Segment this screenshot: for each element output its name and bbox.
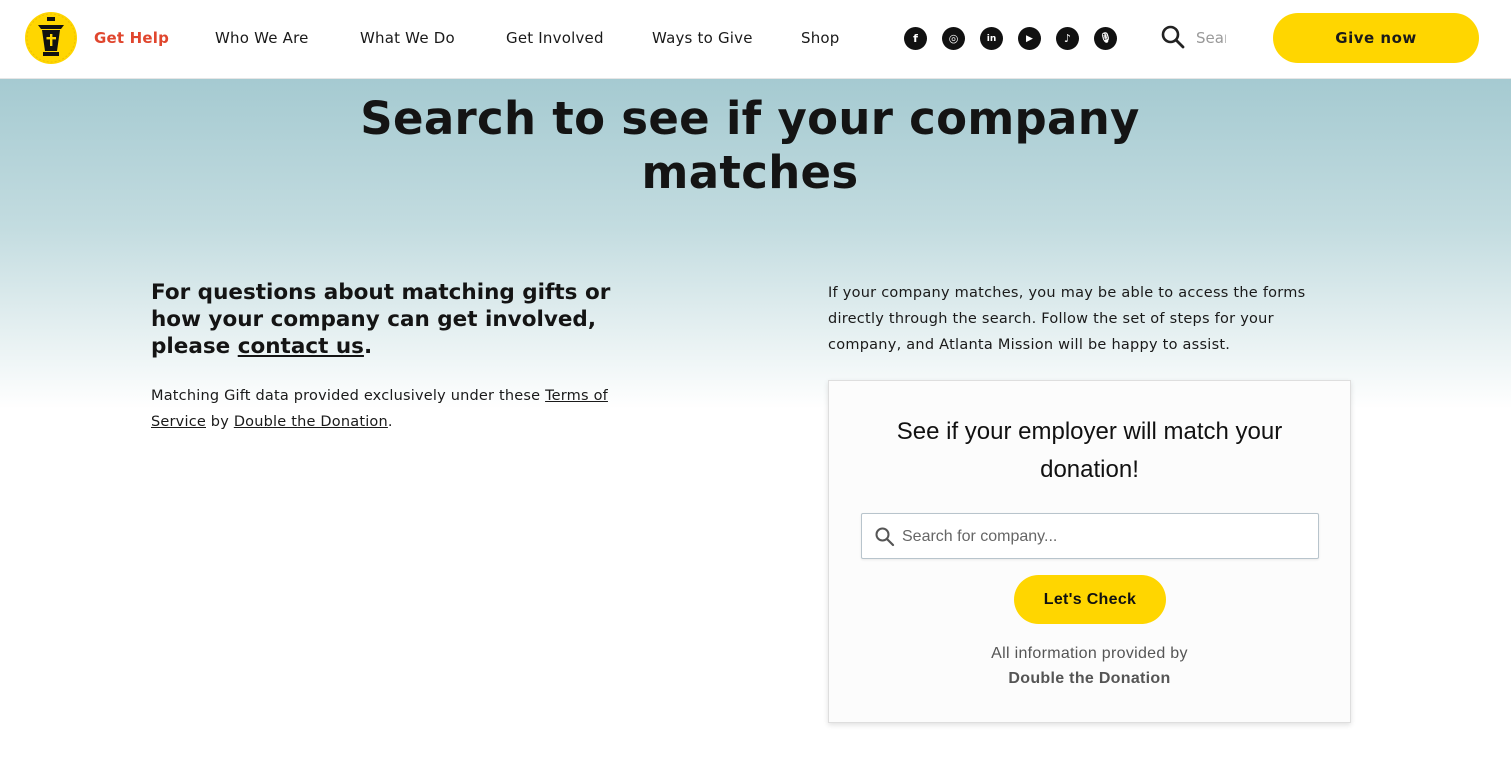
powered-by-brand: Double the Donation [1008,670,1171,687]
lets-check-button[interactable]: Let's Check [1014,575,1166,624]
nav-what-we-do[interactable]: What We Do [360,27,455,49]
nav-get-help[interactable]: Get Help [94,27,169,49]
widget-title: See if your employer will match your don… [896,418,1283,483]
site-header: Get Help Who We Are What We Do Get Invol… [0,0,1511,79]
podcast-icon[interactable]: 🎙 [1094,27,1117,50]
attribution-period: . [387,414,393,430]
contact-us-link[interactable]: contact us [238,334,364,359]
youtube-icon[interactable]: ▶ [1018,27,1041,50]
search-icon[interactable] [1160,24,1186,50]
nav-shop[interactable]: Shop [801,27,840,49]
facebook-icon[interactable]: f [904,27,927,50]
lantern-logo-icon[interactable] [24,11,78,65]
header-search [1160,24,1230,52]
linkedin-icon[interactable]: in [980,27,1003,50]
search-icon [875,527,895,547]
attribution-text: Matching Gift data provided exclusively … [151,388,546,404]
data-attribution-note: Matching Gift data provided exclusively … [151,383,661,435]
page-title: Search to see if your company matches [350,92,1150,200]
header-search-input[interactable] [1196,26,1226,50]
powered-by-text: All information provided by Double the D… [849,641,1330,691]
matching-intro-text: If your company matches, you may be able… [828,285,1306,353]
powered-by-line: All information provided by [991,645,1188,662]
page-title-line-2: matches [641,146,859,199]
double-the-donation-link[interactable]: Double the Donation [234,414,388,430]
give-now-button[interactable]: Give now [1273,13,1479,63]
employer-match-widget: See if your employer will match your don… [828,380,1351,723]
nav-ways-to-give[interactable]: Ways to Give [652,27,753,49]
attribution-by: by [206,414,234,430]
page-title-line-1: Search to see if your company [360,92,1140,145]
nav-get-involved[interactable]: Get Involved [506,27,604,49]
company-search-box [861,513,1319,559]
instagram-icon[interactable]: ◎ [942,27,965,50]
contact-heading-period: . [363,334,373,359]
tiktok-icon[interactable]: ♪ [1056,27,1079,50]
contact-heading-text: For questions about matching gifts or ho… [151,280,611,359]
company-search-input[interactable] [902,523,1307,551]
contact-heading: For questions about matching gifts or ho… [151,279,661,360]
nav-who-we-are[interactable]: Who We Are [215,27,309,49]
